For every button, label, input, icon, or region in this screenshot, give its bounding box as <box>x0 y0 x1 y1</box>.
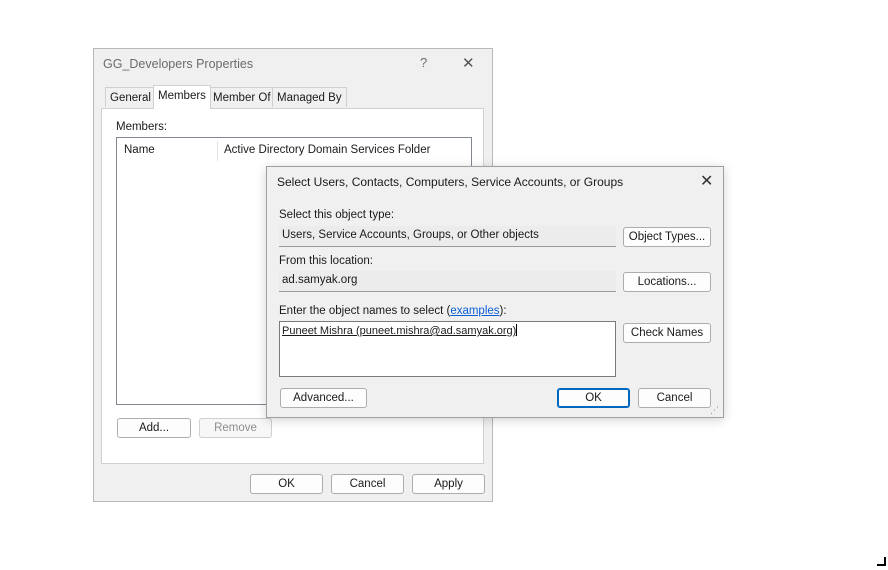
text-caret <box>516 324 518 336</box>
column-header-folder[interactable]: Active Directory Domain Services Folder <box>224 144 430 156</box>
column-header-name[interactable]: Name <box>124 144 155 156</box>
enter-names-suffix: ): <box>499 305 507 317</box>
column-separator[interactable] <box>217 141 218 161</box>
dialog-title: Select Users, Contacts, Computers, Servi… <box>277 175 624 189</box>
window-title: GG_Developers Properties <box>103 57 254 71</box>
apply-button[interactable]: Apply <box>412 474 485 494</box>
location-field: ad.samyak.org <box>279 271 616 292</box>
remove-button[interactable]: Remove <box>199 418 272 438</box>
add-button[interactable]: Add... <box>117 418 191 438</box>
tab-members[interactable]: Members <box>153 85 211 109</box>
close-icon[interactable]: ✕ <box>700 171 713 191</box>
location-label: From this location: <box>279 255 373 267</box>
tab-member-of[interactable]: Member Of <box>208 87 276 107</box>
advanced-button[interactable]: Advanced... <box>280 388 367 408</box>
tab-managed-by[interactable]: Managed By <box>272 87 347 107</box>
object-names-value: Puneet Mishra (puneet.mishra@ad.samyak.o… <box>282 325 517 337</box>
object-types-button[interactable]: Object Types... <box>623 227 711 247</box>
cancel-button[interactable]: Cancel <box>638 388 711 408</box>
object-names-input[interactable]: Puneet Mishra (puneet.mishra@ad.samyak.o… <box>279 321 616 377</box>
enter-names-label: Enter the object names to select (exampl… <box>279 305 507 317</box>
examples-link[interactable]: examples <box>450 305 499 317</box>
corner-resize-icon <box>877 557 886 566</box>
resize-grip-icon[interactable]: ⋰ <box>710 405 719 416</box>
close-icon[interactable]: ✕ <box>462 54 475 72</box>
tab-general[interactable]: General <box>105 87 156 107</box>
locations-button[interactable]: Locations... <box>623 272 711 292</box>
select-objects-dialog: Select Users, Contacts, Computers, Servi… <box>266 166 724 418</box>
ok-button[interactable]: OK <box>250 474 323 494</box>
enter-names-prefix: Enter the object names to select ( <box>279 305 451 317</box>
members-label: Members: <box>116 121 168 133</box>
object-type-label: Select this object type: <box>279 209 395 221</box>
check-names-button[interactable]: Check Names <box>623 323 711 343</box>
object-type-field: Users, Service Accounts, Groups, or Othe… <box>279 226 616 247</box>
ok-button[interactable]: OK <box>557 388 630 408</box>
help-icon[interactable]: ? <box>420 55 427 70</box>
cancel-button[interactable]: Cancel <box>331 474 404 494</box>
